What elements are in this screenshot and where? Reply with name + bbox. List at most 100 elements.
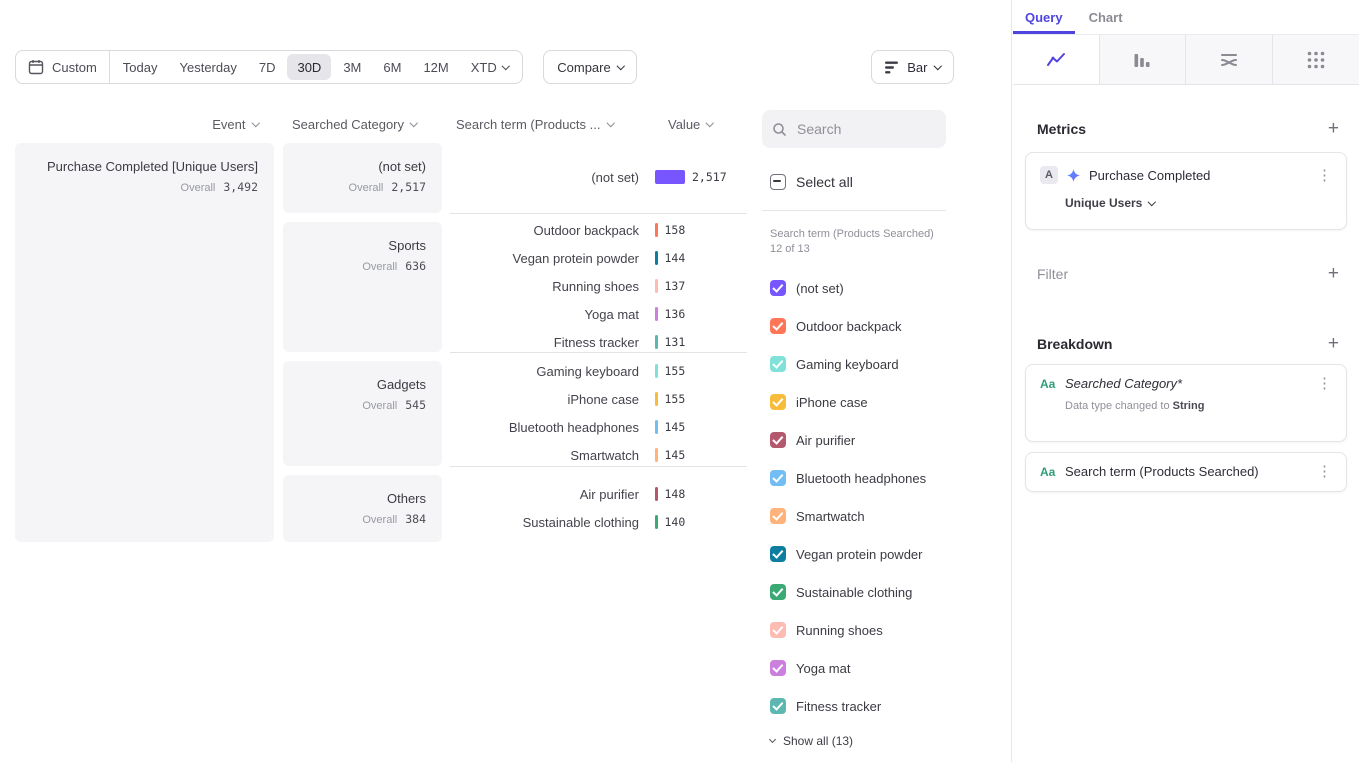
overall-label: Overall [362,261,397,273]
column-header-event[interactable]: Event [15,117,258,132]
counting-method-dropdown[interactable]: Unique Users [1065,196,1332,210]
add-breakdown-button[interactable]: + [1328,334,1339,353]
legend-item[interactable]: Smartwatch [770,497,946,535]
calendar-icon[interactable] [19,59,52,75]
value-row: (not set)2,517 [450,163,747,191]
kebab-menu-icon[interactable]: ⋮ [1317,168,1332,183]
legend-item[interactable]: Fitness tracker [770,687,946,725]
value-bar[interactable] [655,420,658,434]
checkbox-checked-icon[interactable] [770,660,786,676]
value-label: 155 [665,392,686,406]
checkbox-checked-icon[interactable] [770,698,786,714]
select-all[interactable]: Select all [770,174,853,190]
legend-item-label: Running shoes [796,623,883,638]
checkbox-checked-icon[interactable] [770,470,786,486]
legend-item[interactable]: Gaming keyboard [770,345,946,383]
legend-item[interactable]: Running shoes [770,611,946,649]
term-label: Running shoes [450,279,639,294]
legend-item[interactable]: Bluetooth headphones [770,459,946,497]
legend-item[interactable]: Outdoor backpack [770,307,946,345]
row-group: Gaming keyboard155iPhone case155Bluetoot… [450,357,747,469]
row-group: Air purifier148Sustainable clothing140 [450,480,747,536]
custom-range-button[interactable]: Custom [52,60,107,75]
value-bar[interactable] [655,279,658,293]
row-group: (not set)2,517 [450,163,747,191]
value-bar[interactable] [655,364,658,378]
value-label: 136 [665,307,686,321]
show-all-label: Show all (13) [783,734,853,748]
column-header-label: Event [212,117,245,132]
metrics-heading: Metrics [1037,121,1086,137]
value-bar[interactable] [655,515,658,529]
view-tab-flows[interactable] [1186,35,1273,84]
value-bar[interactable] [655,223,658,237]
breakdown-card[interactable]: AaSearched Category*⋮Data type changed t… [1025,364,1347,442]
tab-query[interactable]: Query [1013,10,1075,34]
legend-item[interactable]: Yoga mat [770,649,946,687]
breakdown-label: Searched Category* [1065,376,1182,391]
range-today[interactable]: Today [113,54,168,80]
search-icon [772,122,787,137]
term-label: Gaming keyboard [450,364,639,379]
category-column: (not set)Overall2,517SportsOverall636Gad… [283,0,442,762]
event-name: Purchase Completed [Unique Users] [31,159,258,175]
tab-chart[interactable]: Chart [1077,10,1135,34]
range-yesterday[interactable]: Yesterday [170,54,247,80]
breakdown-list: AaSearched Category*⋮Data type changed t… [1025,364,1347,502]
value-bar[interactable] [655,307,658,321]
filter-heading-row: Filter + [1037,264,1339,283]
breakdown-card[interactable]: AaSearch term (Products Searched)⋮ [1025,452,1347,492]
overall-label: Overall [349,182,384,194]
search-input[interactable] [795,120,936,138]
checkbox-checked-icon[interactable] [770,318,786,334]
checkbox-checked-icon[interactable] [770,394,786,410]
add-filter-button[interactable]: + [1328,264,1339,283]
counting-method-label: Unique Users [1065,196,1142,210]
add-metric-button[interactable]: + [1328,119,1339,138]
checkbox-checked-icon[interactable] [770,508,786,524]
breakdown-heading-row: Breakdown + [1037,334,1339,353]
legend-item-label: Bluetooth headphones [796,471,926,486]
legend-item[interactable]: Sustainable clothing [770,573,946,611]
legend-item[interactable]: iPhone case [770,383,946,421]
view-tab-insights[interactable] [1013,35,1100,84]
view-tab-retention[interactable] [1273,35,1359,84]
legend-item[interactable]: (not set) [770,269,946,307]
value-bar[interactable] [655,487,658,501]
category-name: (not set) [299,159,426,175]
breakdown-row: AaSearched Category*⋮ [1040,376,1332,391]
checkbox-checked-icon[interactable] [770,546,786,562]
term-label: (not set) [450,170,639,185]
category-overall: Overall545 [299,398,426,412]
checkbox-checked-icon[interactable] [770,356,786,372]
view-tab-funnel[interactable] [1100,35,1187,84]
value-bar[interactable] [655,251,658,265]
value-bar[interactable] [655,170,685,184]
checkbox-checked-icon[interactable] [770,622,786,638]
checkbox-checked-icon[interactable] [770,432,786,448]
legend-item-label: Yoga mat [796,661,850,676]
term-label: Vegan protein powder [450,251,639,266]
legend-divider [762,210,946,211]
group-separator [450,352,747,353]
show-all-button[interactable]: Show all (13) [770,734,853,748]
range-7d[interactable]: 7D [249,54,286,80]
event-card: Purchase Completed [Unique Users] Overal… [15,143,274,542]
metric-card[interactable]: A Purchase Completed ⋮ Unique Users [1025,152,1347,230]
value-bar[interactable] [655,392,658,406]
chart-type-button[interactable]: Bar [871,50,954,84]
toolbar-divider [109,51,110,83]
kebab-menu-icon[interactable]: ⋮ [1317,376,1332,391]
checkbox-checked-icon[interactable] [770,584,786,600]
value-bar[interactable] [655,335,658,349]
search-box[interactable] [762,110,946,148]
metric-event-name[interactable]: Purchase Completed [1089,168,1210,183]
value-row: Vegan protein powder144 [450,244,747,272]
legend-item[interactable]: Vegan protein powder [770,535,946,573]
checkbox-indeterminate-icon[interactable] [770,174,786,190]
kebab-menu-icon[interactable]: ⋮ [1317,464,1332,479]
term-label: Air purifier [450,487,639,502]
checkbox-checked-icon[interactable] [770,280,786,296]
legend-item[interactable]: Air purifier [770,421,946,459]
value-bar[interactable] [655,448,658,462]
